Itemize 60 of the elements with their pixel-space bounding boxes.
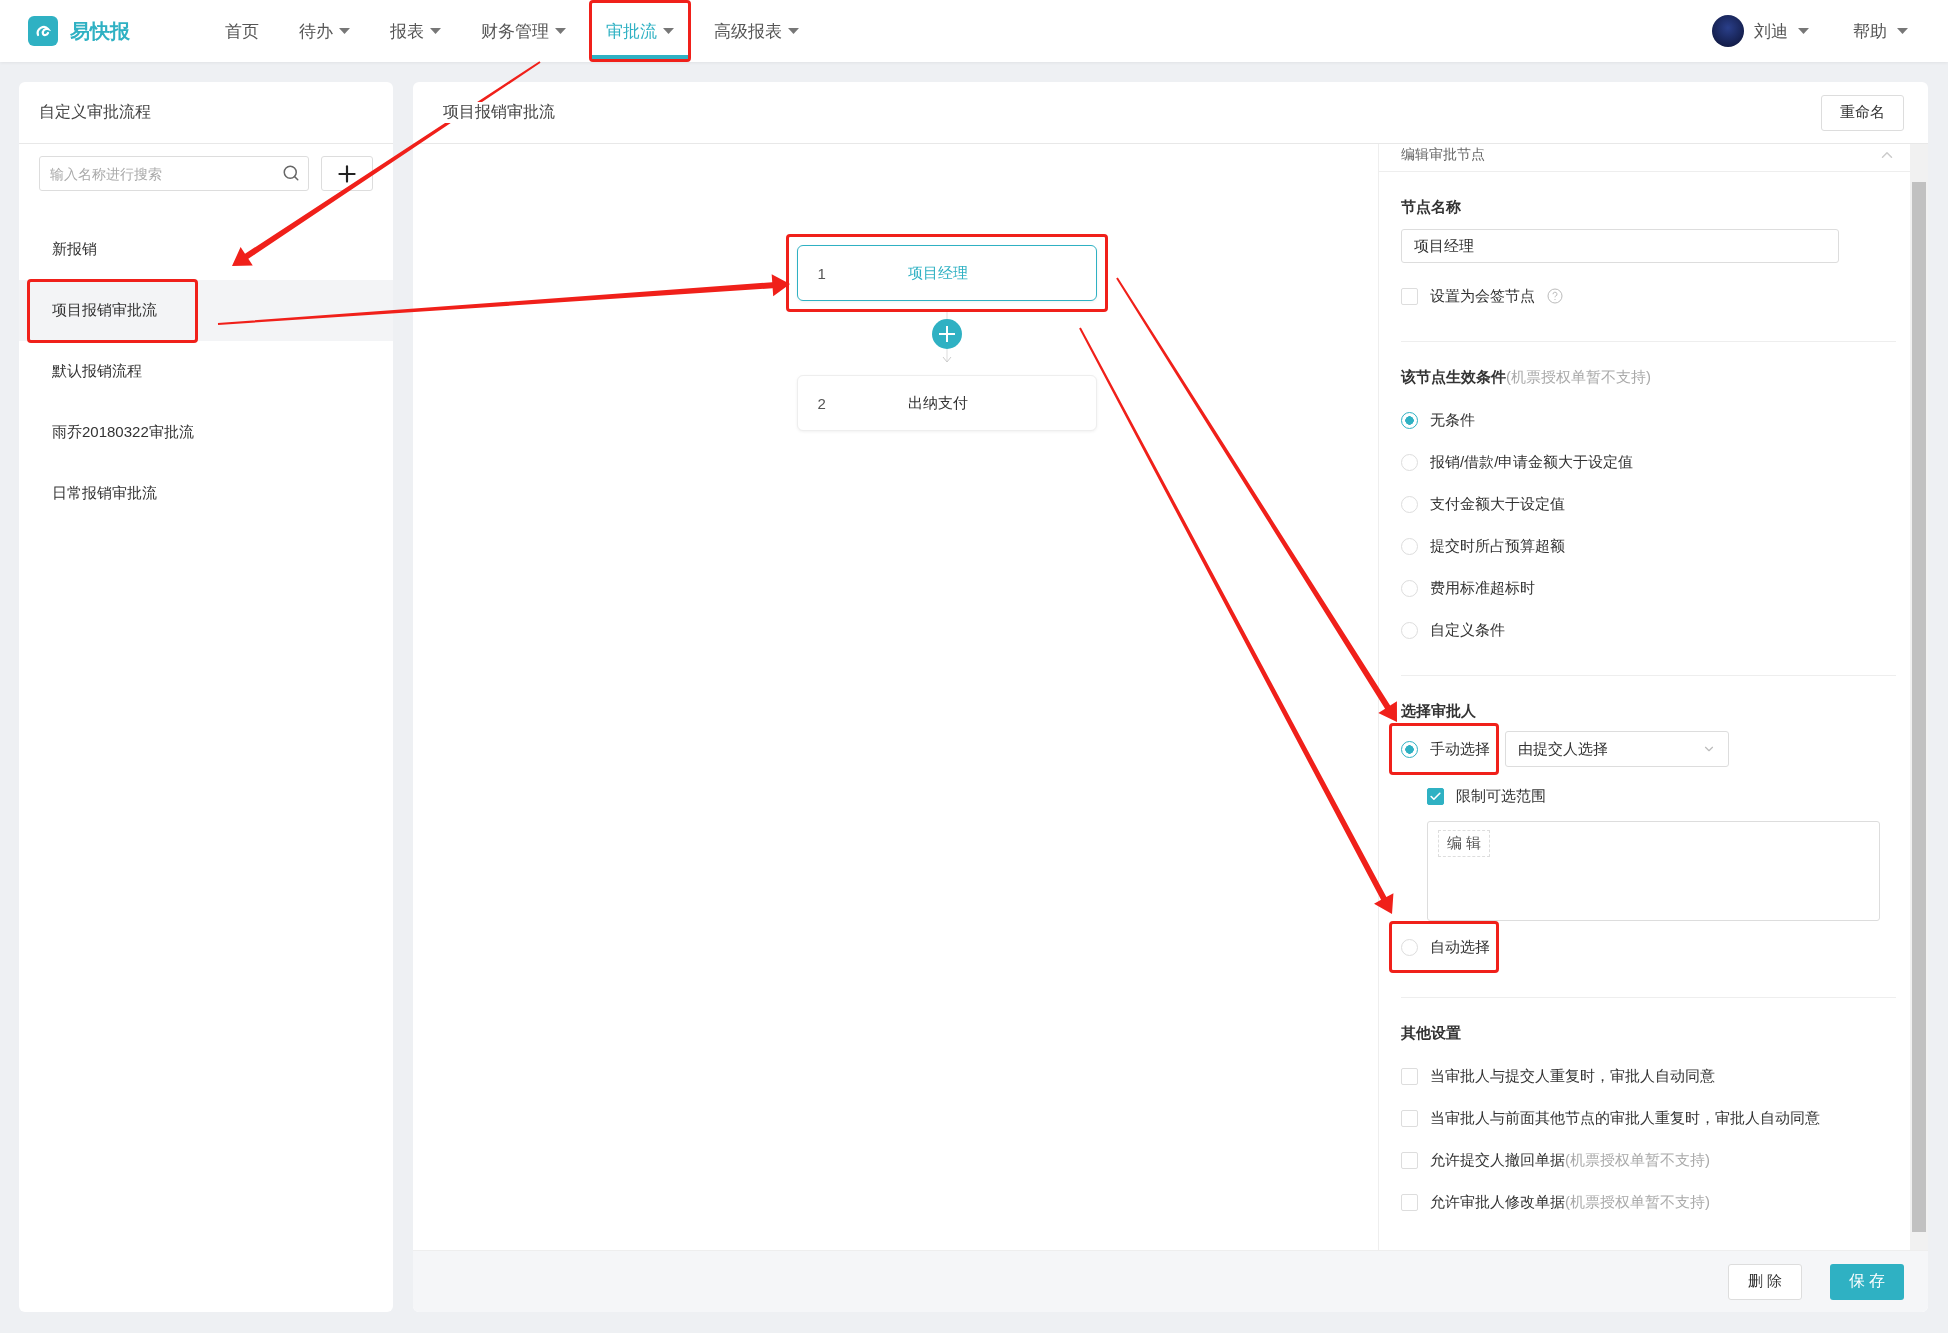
caret-icon bbox=[663, 27, 674, 35]
flow-list-item[interactable]: 日常报销审批流 bbox=[30, 464, 195, 523]
caret-icon bbox=[430, 27, 441, 35]
section-title: 其他设置 bbox=[1401, 1024, 1462, 1043]
caret-icon bbox=[1798, 27, 1809, 35]
delete-button[interactable]: 删 除 bbox=[1728, 1263, 1802, 1300]
avatar[interactable] bbox=[1712, 15, 1744, 47]
flow-title: 项目报销审批流 bbox=[443, 102, 555, 123]
help-icon bbox=[1547, 288, 1563, 304]
edit-button[interactable]: 编 辑 bbox=[1438, 830, 1491, 857]
option-label: 提交时所占预算超额 bbox=[1430, 536, 1565, 556]
flow-list-item[interactable]: 默认报销流程 bbox=[30, 342, 180, 401]
option-label: 费用标准超标时 bbox=[1430, 578, 1535, 598]
logo-icon bbox=[28, 16, 58, 46]
option-label: 自定义条件 bbox=[1430, 620, 1505, 640]
option-label: 报销/借款/申请金额大于设定值 bbox=[1430, 452, 1634, 472]
option-label: 无条件 bbox=[1430, 410, 1475, 430]
search-field[interactable]: 输入名称进行搜索 bbox=[39, 156, 309, 191]
radio-button[interactable] bbox=[1401, 411, 1418, 429]
option-label: 支付金额大于设定值 bbox=[1430, 494, 1565, 514]
section-title: 该节点生效条件(机票授权单暂不支持) bbox=[1401, 368, 1652, 387]
nav-tab[interactable]: 待办 bbox=[285, 3, 364, 59]
add-node-connector[interactable] bbox=[929, 312, 964, 364]
user-name[interactable]: 刘迪 bbox=[1754, 19, 1788, 43]
flow-list-item[interactable]: 项目报销审批流 bbox=[30, 281, 195, 340]
option-label: 当审批人与前面其他节点的审批人重复时，审批人自动同意 bbox=[1430, 1108, 1820, 1128]
caret-icon bbox=[339, 27, 350, 35]
scrollbar[interactable] bbox=[1910, 144, 1928, 1250]
add-button[interactable] bbox=[321, 156, 373, 191]
flow-list-item[interactable]: 新报销 bbox=[30, 220, 135, 279]
option-label: 允许提交人撤回单据(机票授权单暂不支持) bbox=[1430, 1150, 1710, 1170]
approver-select[interactable]: 由提交人选择 bbox=[1505, 731, 1729, 767]
option-label: 当审批人与提交人重复时，审批人自动同意 bbox=[1430, 1066, 1715, 1086]
section-title: 选择审批人 bbox=[1401, 702, 1477, 721]
nav-tab[interactable]: 财务管理 bbox=[467, 3, 580, 59]
option-label: 手动选择 bbox=[1430, 739, 1490, 759]
nav-tab[interactable]: 报表 bbox=[376, 3, 455, 59]
nav-tab[interactable]: 首页 bbox=[211, 3, 273, 59]
radio-button[interactable] bbox=[1401, 740, 1418, 758]
search-icon bbox=[282, 164, 300, 182]
nav-tab[interactable]: 高级报表 bbox=[700, 3, 813, 59]
editor-title: 编辑审批节点 bbox=[1401, 145, 1485, 164]
flow-node[interactable]: 2 出纳支付 bbox=[796, 375, 1097, 431]
flow-list-item[interactable]: 雨乔20180322审批流 bbox=[30, 403, 232, 462]
option-label: 允许审批人修改单据(机票授权单暂不支持) bbox=[1430, 1192, 1710, 1212]
check-icon bbox=[1429, 789, 1442, 803]
checkbox[interactable] bbox=[1427, 787, 1444, 805]
caret-icon bbox=[555, 27, 566, 35]
section-title: 节点名称 bbox=[1401, 198, 1462, 217]
flow-node[interactable]: 1 项目经理 bbox=[796, 245, 1097, 301]
option-label: 限制可选范围 bbox=[1456, 786, 1546, 806]
node-name-field[interactable]: 项目经理 bbox=[1401, 229, 1839, 263]
caret-icon bbox=[788, 27, 799, 35]
option-label: 自动选择 bbox=[1430, 937, 1490, 957]
option-label: 设置为会签节点 bbox=[1430, 286, 1535, 306]
caret-icon bbox=[1897, 27, 1908, 35]
rename-button[interactable]: 重命名 bbox=[1821, 94, 1904, 131]
app-name: 易快报 bbox=[70, 18, 130, 44]
panel-title: 自定义审批流程 bbox=[39, 102, 151, 123]
help-menu[interactable]: 帮助 bbox=[1853, 19, 1908, 43]
